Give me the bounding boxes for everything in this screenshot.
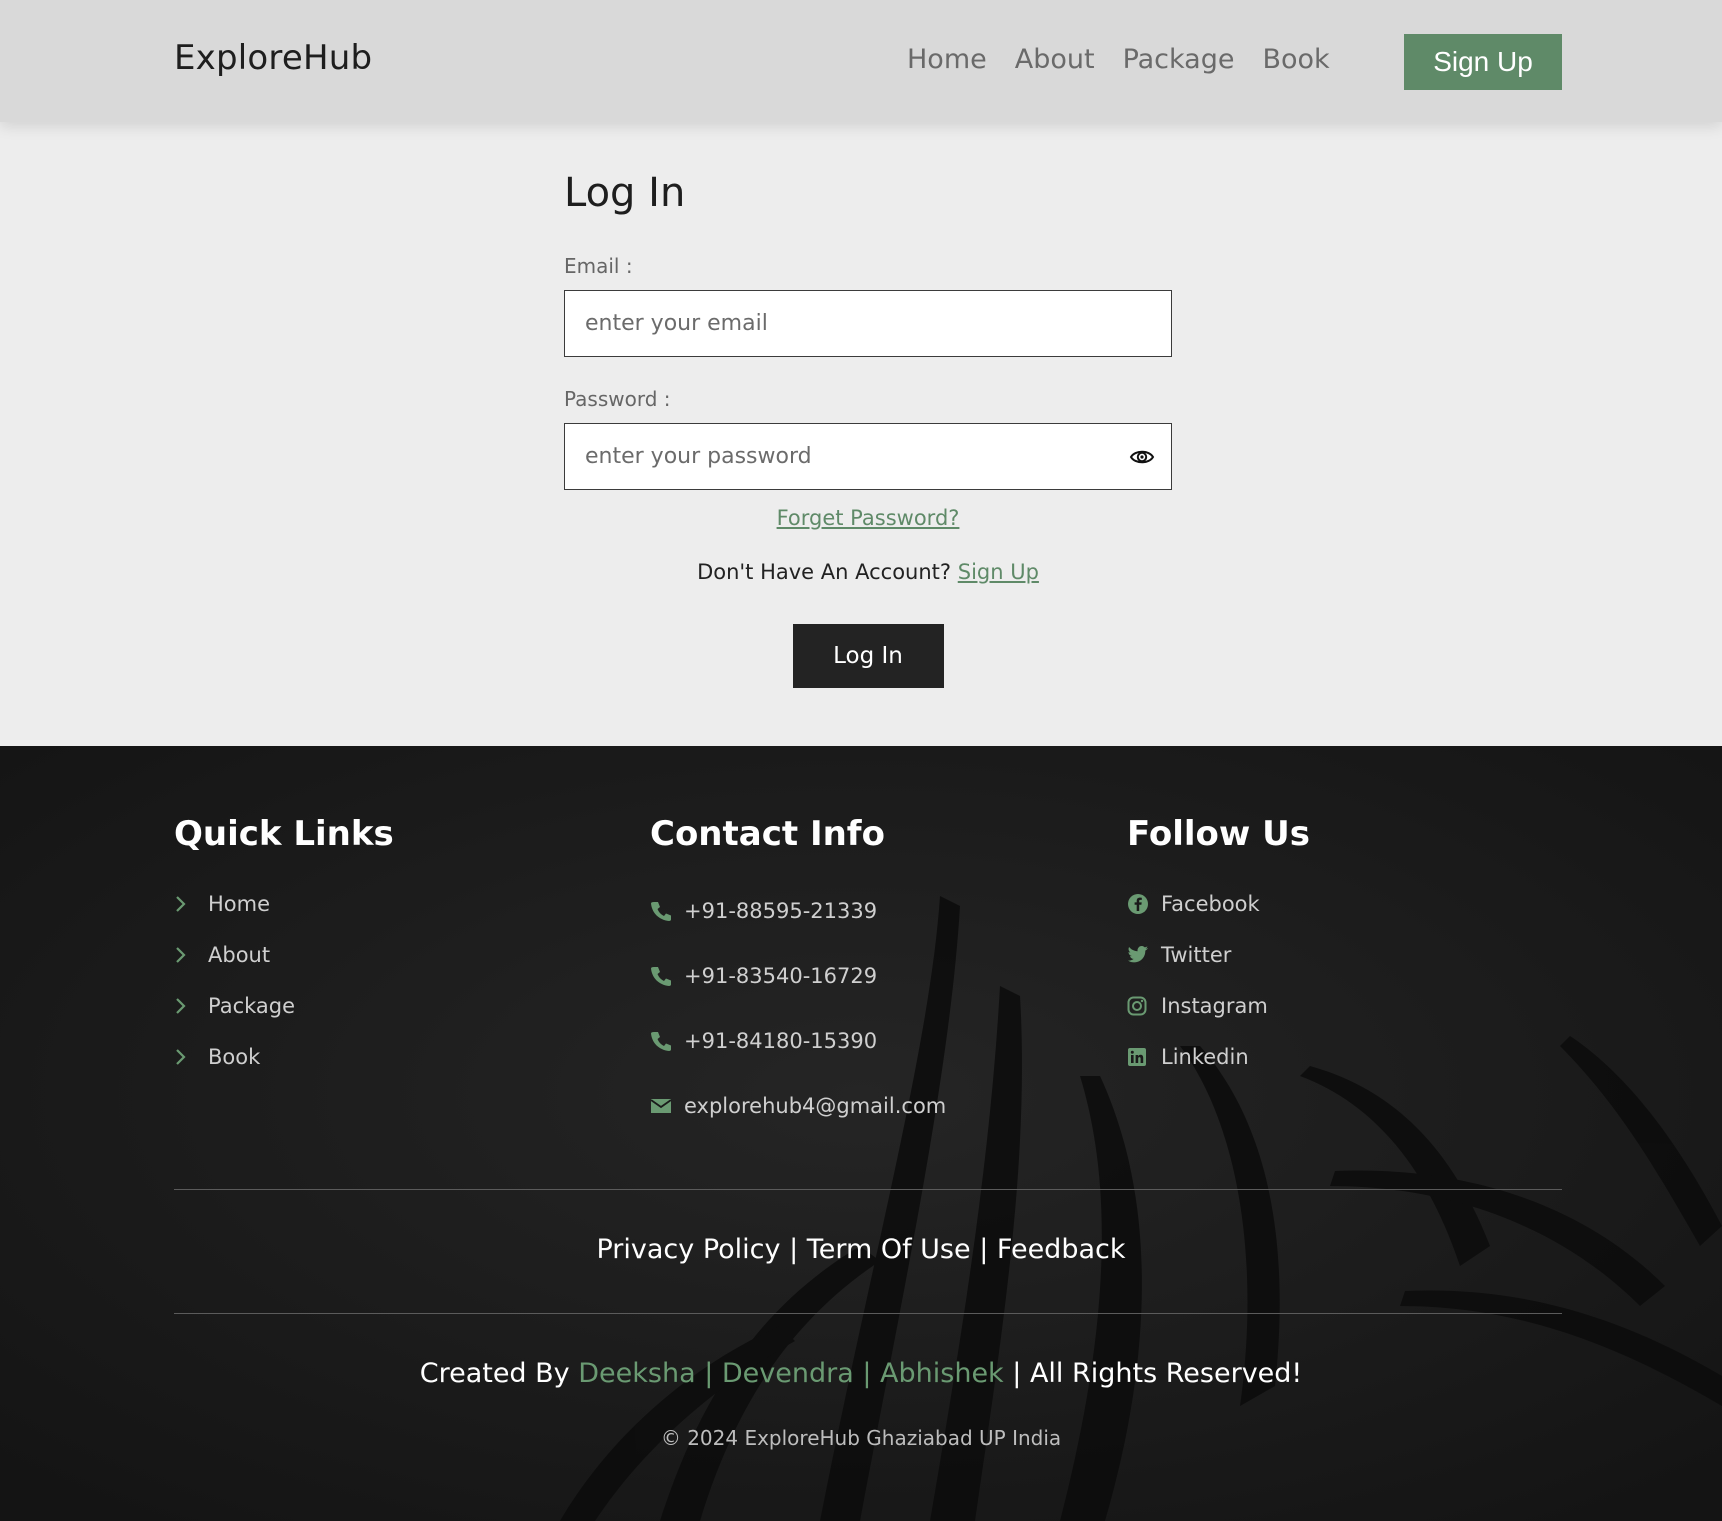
forgot-password-row: Forget Password? (564, 506, 1172, 530)
nav-home[interactable]: Home (907, 44, 987, 75)
contact-info-title: Contact Info (650, 814, 885, 854)
chevron-right-icon (174, 1046, 200, 1068)
contact-text: explorehub4@gmail.com (684, 1093, 947, 1118)
login-form: Log In Email : Password : Forget Passwor… (564, 170, 1172, 688)
credits-prefix: Created By (419, 1358, 570, 1389)
linkedin-icon (1127, 1046, 1153, 1068)
facebook-icon (1127, 893, 1153, 915)
password-label: Password : (564, 387, 671, 411)
twitter-icon (1127, 944, 1153, 966)
legal-separator: | (979, 1234, 989, 1265)
quick-links-title: Quick Links (174, 814, 394, 854)
quick-link-about[interactable]: About (174, 929, 394, 980)
follow-us-column: Follow Us Facebook Twitter Instagram Lin… (1127, 814, 1310, 1082)
credits-line: Created By Deeksha | Devendra | Abhishek… (0, 1358, 1722, 1389)
social-twitter[interactable]: Twitter (1127, 929, 1310, 980)
contact-info-column: Contact Info +91-88595-21339 +91-83540-1… (650, 814, 946, 1138)
password-input[interactable] (565, 424, 1171, 489)
phone-icon (650, 1030, 676, 1052)
login-title: Log In (564, 170, 686, 216)
copyright: © 2024 ExploreHub Ghaziabad UP India (660, 1426, 1062, 1450)
quick-link-label[interactable]: About (208, 943, 270, 967)
feedback-link[interactable]: Feedback (997, 1234, 1126, 1265)
email-input[interactable] (565, 291, 1171, 356)
credits-authors: Deeksha | Devendra | Abhishek (578, 1358, 1004, 1389)
email-field-box (564, 290, 1172, 357)
nav-package[interactable]: Package (1123, 44, 1235, 75)
footer-divider (174, 1189, 1562, 1190)
quick-link-label[interactable]: Book (208, 1045, 260, 1069)
phone-icon (650, 900, 676, 922)
social-facebook[interactable]: Facebook (1127, 878, 1310, 929)
contact-phone-1: +91-88595-21339 (650, 878, 946, 943)
quick-link-label[interactable]: Package (208, 994, 295, 1018)
email-label: Email : (564, 254, 633, 278)
contact-text: +91-83540-16729 (684, 963, 878, 988)
instagram-icon (1127, 995, 1153, 1017)
contact-email: explorehub4@gmail.com (650, 1073, 946, 1138)
quick-link-package[interactable]: Package (174, 980, 394, 1031)
terms-of-use-link[interactable]: Term Of Use (807, 1234, 971, 1265)
credits-suffix: | All Rights Reserved! (1012, 1358, 1303, 1389)
quick-link-label[interactable]: Home (208, 892, 270, 916)
nav-about[interactable]: About (1015, 44, 1095, 75)
phone-icon (650, 965, 676, 987)
social-instagram[interactable]: Instagram (1127, 980, 1310, 1031)
chevron-right-icon (174, 893, 200, 915)
contact-phone-2: +91-83540-16729 (650, 943, 946, 1008)
quick-link-home[interactable]: Home (174, 878, 394, 929)
legal-separator: | (789, 1234, 799, 1265)
contact-text: +91-88595-21339 (684, 898, 878, 923)
signup-button[interactable]: Sign Up (1404, 34, 1562, 90)
site-header: ExploreHub Home About Package Book Sign … (0, 0, 1722, 122)
signup-link[interactable]: Sign Up (958, 560, 1039, 584)
no-account-text: Don't Have An Account? (697, 560, 952, 584)
main-nav: Home About Package Book (907, 44, 1330, 75)
privacy-policy-link[interactable]: Privacy Policy (596, 1234, 780, 1265)
footer-divider (174, 1313, 1562, 1314)
password-field-box (564, 423, 1172, 490)
social-label[interactable]: Linkedin (1161, 1045, 1249, 1069)
legal-links: Privacy Policy | Term Of Use | Feedback (0, 1234, 1722, 1265)
contact-phone-3: +91-84180-15390 (650, 1008, 946, 1073)
eye-icon[interactable] (1129, 444, 1155, 470)
social-linkedin[interactable]: Linkedin (1127, 1031, 1310, 1082)
chevron-right-icon (174, 995, 200, 1017)
social-label[interactable]: Facebook (1161, 892, 1260, 916)
forgot-password-link[interactable]: Forget Password? (777, 506, 960, 530)
brand-logo[interactable]: ExploreHub (174, 38, 372, 78)
login-submit-button[interactable]: Log In (792, 624, 944, 688)
social-label[interactable]: Twitter (1161, 943, 1231, 967)
quick-link-book[interactable]: Book (174, 1031, 394, 1082)
quick-links-column: Quick Links Home About Package Book (174, 814, 394, 1082)
chevron-right-icon (174, 944, 200, 966)
no-account-row: Don't Have An Account? Sign Up (564, 560, 1172, 584)
social-label[interactable]: Instagram (1161, 994, 1268, 1018)
contact-text: +91-84180-15390 (684, 1028, 878, 1053)
site-footer: Quick Links Home About Package Book Cont… (0, 746, 1722, 1521)
nav-book[interactable]: Book (1262, 44, 1329, 75)
envelope-icon (650, 1095, 676, 1117)
follow-us-title: Follow Us (1127, 814, 1310, 854)
